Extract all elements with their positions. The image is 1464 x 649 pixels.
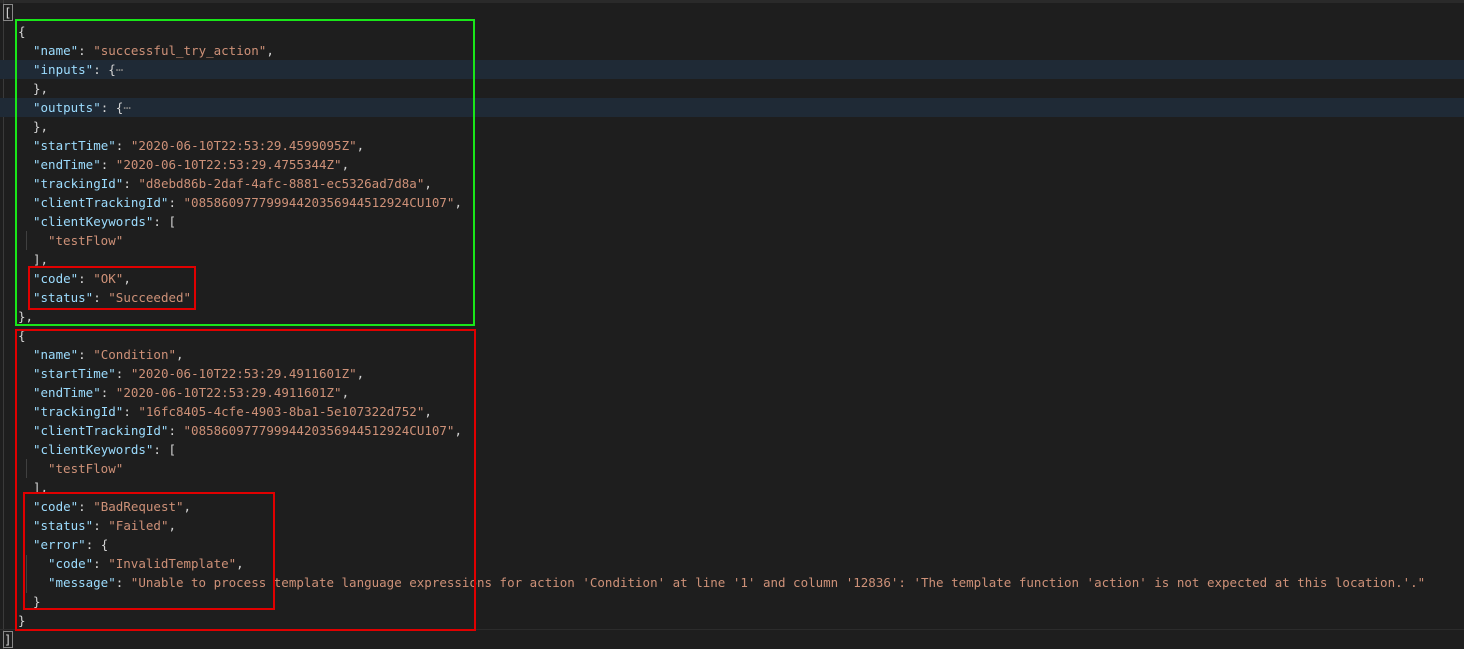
- code-line: "testFlow": [48, 461, 124, 476]
- open-array-bracket: [: [3, 4, 13, 21]
- code-line: "startTime": "2020-06-10T22:53:29.491160…: [33, 366, 365, 381]
- code-line: ]: [0, 630, 1464, 649]
- code-line: "status": "Succeeded": [33, 290, 192, 305]
- code-line: "trackingId": "16fc8405-4cfe-4903-8ba1-5…: [33, 404, 432, 419]
- code-line: [: [0, 3, 1464, 22]
- code-line: "clientTrackingId": "0858609777999442035…: [33, 423, 462, 438]
- code-line: "clientKeywords": [: [33, 442, 176, 457]
- folded-region-icon[interactable]: ⋯: [116, 62, 124, 77]
- code-line: "status": "Failed",: [33, 518, 177, 533]
- code-line: },: [18, 309, 34, 324]
- code-line: }: [18, 613, 26, 628]
- code-line: "clientKeywords": [: [33, 214, 176, 229]
- code-line: "code": "OK",: [33, 271, 131, 286]
- close-array-bracket: ]: [3, 631, 13, 648]
- editor-bottom-border: [0, 629, 1464, 630]
- code-line: ],: [33, 480, 49, 495]
- code-line-folded[interactable]: "outputs": {⋯: [0, 98, 1464, 117]
- code-line: "code": "BadRequest",: [33, 499, 192, 514]
- code-line: "startTime": "2020-06-10T22:53:29.459909…: [33, 138, 365, 153]
- code-line: }: [33, 594, 41, 609]
- code-line: ],: [33, 252, 49, 267]
- folded-region-icon[interactable]: ⋯: [123, 100, 131, 115]
- code-line: {: [18, 328, 26, 343]
- code-line: "clientTrackingId": "0858609777999442035…: [33, 195, 462, 210]
- code-line: "endTime": "2020-06-10T22:53:29.4755344Z…: [33, 157, 350, 172]
- code-line: },: [33, 81, 49, 96]
- code-line: "endTime": "2020-06-10T22:53:29.4911601Z…: [33, 385, 350, 400]
- code-line: "testFlow": [48, 233, 124, 248]
- code-line: {: [18, 24, 26, 39]
- code-line: "name": "Condition",: [33, 347, 184, 362]
- code-line: "trackingId": "d8ebd86b-2daf-4afc-8881-e…: [33, 176, 432, 191]
- code-line: "code": "InvalidTemplate",: [48, 556, 244, 571]
- code-line: },: [33, 119, 49, 134]
- code-line: "error": {: [33, 537, 109, 552]
- code-line-folded[interactable]: "inputs": {⋯: [0, 60, 1464, 79]
- code-line: "message": "Unable to process template l…: [48, 575, 1426, 590]
- code-line: "name": "successful_try_action",: [33, 43, 274, 58]
